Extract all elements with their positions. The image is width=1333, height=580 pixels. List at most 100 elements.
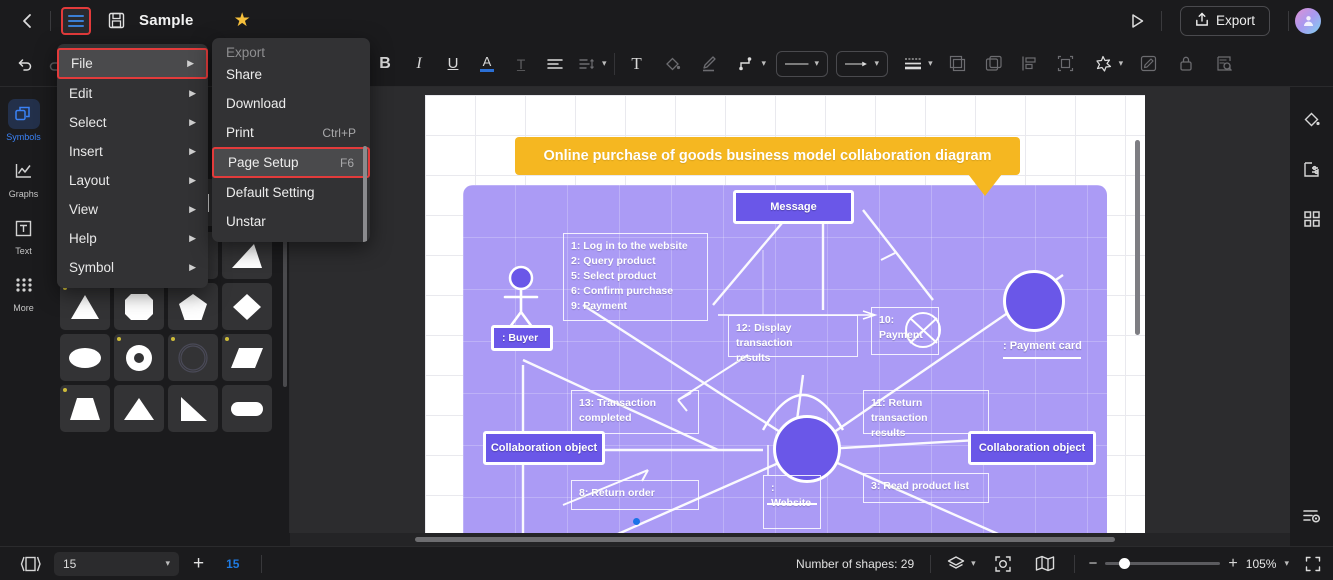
bold-icon[interactable]: B xyxy=(370,49,400,79)
node-website[interactable]: : Website xyxy=(763,475,821,529)
note-steps[interactable]: 1: Log in to the website 2: Query produc… xyxy=(563,233,708,321)
underline-icon[interactable]: U xyxy=(438,49,468,79)
submenu-item-print[interactable]: Print Ctrl+P xyxy=(212,118,370,147)
lock-icon[interactable] xyxy=(1171,49,1201,79)
note-display-transaction[interactable]: 12: Display transaction results xyxy=(728,315,858,364)
strikethrough-icon[interactable]: T̲ xyxy=(506,49,536,79)
line-spacing-icon[interactable] xyxy=(572,49,602,79)
font-color-icon[interactable]: A xyxy=(472,49,502,79)
shape-stadium-pill[interactable] xyxy=(222,385,272,432)
app-grid-icon[interactable] xyxy=(1297,205,1327,233)
zoom-out-button[interactable]: − xyxy=(1089,555,1098,572)
group-objects-icon[interactable] xyxy=(1051,49,1081,79)
document-page[interactable]: Online purchase of goods business model … xyxy=(425,95,1145,533)
shape-parallelogram[interactable] xyxy=(222,334,272,381)
shape-trapezoid[interactable] xyxy=(60,385,110,432)
center-hub-node[interactable] xyxy=(773,415,841,483)
node-buyer[interactable]: : Buyer xyxy=(491,325,553,351)
sidebar-item-symbols[interactable]: Symbols xyxy=(4,99,44,142)
shape-triangle-wide[interactable] xyxy=(114,385,164,432)
align-left-icon[interactable] xyxy=(540,49,570,79)
menu-item-view[interactable]: View ▶ xyxy=(57,195,208,224)
layers-settings-icon[interactable] xyxy=(1297,502,1327,530)
fullscreen-icon[interactable] xyxy=(1305,556,1321,572)
menu-item-symbol[interactable]: Symbol ▶ xyxy=(57,253,208,282)
shape-pentagon[interactable] xyxy=(168,283,218,330)
current-page-number[interactable]: 15 xyxy=(226,557,239,571)
menu-item-select[interactable]: Select ▶ xyxy=(57,108,208,137)
text-tool-icon[interactable]: T xyxy=(622,49,652,79)
chevron-down-icon[interactable]: ▾ xyxy=(928,58,933,69)
shapes-scrollbar[interactable] xyxy=(283,237,287,387)
send-to-back-icon[interactable] xyxy=(979,49,1009,79)
menu-item-file[interactable]: File ▶ xyxy=(57,48,208,79)
back-icon[interactable] xyxy=(10,4,44,38)
submenu-item-page-setup[interactable]: Page Setup F6 xyxy=(212,147,370,178)
payment-card-node[interactable] xyxy=(1003,270,1065,332)
connector-icon[interactable] xyxy=(732,49,762,79)
sidebar-item-graphs[interactable]: Graphs xyxy=(4,156,44,199)
add-page-button[interactable]: + xyxy=(193,553,204,575)
brush-icon[interactable] xyxy=(694,49,724,79)
node-payment-card-label[interactable]: : Payment card xyxy=(1003,340,1082,352)
hamburger-menu-icon[interactable] xyxy=(61,6,91,35)
node-message[interactable]: Message xyxy=(733,190,854,224)
line-style-select[interactable]: ▾ xyxy=(776,50,829,77)
sidebar-item-text[interactable]: Text xyxy=(4,213,44,256)
align-objects-icon[interactable] xyxy=(1015,49,1045,79)
zoom-slider[interactable] xyxy=(1105,558,1221,569)
effects-star-icon[interactable] xyxy=(1089,49,1119,79)
avatar[interactable] xyxy=(1295,7,1321,34)
focus-icon[interactable] xyxy=(988,551,1018,577)
document-title[interactable]: Sample xyxy=(139,12,194,29)
note-return-transaction[interactable]: 11: Return transaction results xyxy=(863,390,989,439)
submenu-item-default-setting[interactable]: Default Setting xyxy=(212,178,370,207)
submenu-scrollbar[interactable] xyxy=(363,146,367,242)
menu-item-layout[interactable]: Layout ▶ xyxy=(57,166,208,195)
zoom-level[interactable]: 105% xyxy=(1246,557,1277,571)
diagram-frame[interactable]: Online purchase of goods business model … xyxy=(463,137,1107,533)
chevron-down-icon[interactable]: ▾ xyxy=(762,58,767,69)
node-collaboration-right[interactable]: Collaboration object xyxy=(968,431,1096,465)
chevron-down-icon[interactable]: ▾ xyxy=(1284,558,1289,569)
page-select[interactable]: 15 ▾ xyxy=(54,551,179,576)
zoom-slider-knob[interactable] xyxy=(1119,558,1131,569)
menu-item-insert[interactable]: Insert ▶ xyxy=(57,137,208,166)
sidebar-item-more[interactable]: More xyxy=(4,270,44,313)
minimap-icon[interactable] xyxy=(1030,551,1060,577)
canvas-vertical-scrollbar[interactable] xyxy=(1135,140,1140,335)
floppy-save-icon[interactable] xyxy=(101,6,131,36)
note-payment[interactable]: 10: Payment xyxy=(871,307,939,355)
chevron-down-icon[interactable]: ▾ xyxy=(1119,58,1124,69)
note-read-product-list[interactable]: 3: Read product list xyxy=(863,473,989,503)
undo-icon[interactable] xyxy=(10,49,40,79)
shape-donut[interactable] xyxy=(114,334,164,381)
shape-circle-outline[interactable] xyxy=(168,334,218,381)
export-button[interactable]: Export xyxy=(1179,5,1270,36)
zoom-in-button[interactable]: + xyxy=(1228,555,1237,573)
page-view-icon[interactable] xyxy=(18,553,44,575)
submenu-item-download[interactable]: Download xyxy=(212,89,370,118)
canvas-horizontal-scrollbar[interactable] xyxy=(290,533,1290,546)
chevron-down-icon[interactable]: ▾ xyxy=(971,558,976,569)
fill-style-icon[interactable] xyxy=(1297,105,1327,133)
submenu-item-unstar[interactable]: Unstar xyxy=(212,207,370,236)
italic-icon[interactable]: I xyxy=(404,49,434,79)
canvas-area[interactable]: Online purchase of goods business model … xyxy=(290,87,1290,533)
shape-diamond[interactable] xyxy=(222,283,272,330)
chevron-down-icon[interactable]: ▾ xyxy=(602,58,607,69)
bring-to-front-icon[interactable] xyxy=(943,49,973,79)
shape-rounded-octagon[interactable] xyxy=(114,283,164,330)
submenu-item-export[interactable]: Export xyxy=(212,44,370,60)
arrow-style-select[interactable]: ▾ xyxy=(836,50,889,77)
note-transaction-completed[interactable]: 13: Transaction completed xyxy=(571,390,699,434)
present-play-icon[interactable] xyxy=(1121,6,1155,36)
selection-handle[interactable] xyxy=(633,518,640,525)
menu-item-edit[interactable]: Edit ▶ xyxy=(57,79,208,108)
diagram-title-banner[interactable]: Online purchase of goods business model … xyxy=(515,137,1020,175)
submenu-item-share[interactable]: Share xyxy=(212,60,370,89)
fill-color-icon[interactable] xyxy=(658,49,688,79)
page-settings-icon[interactable] xyxy=(1297,155,1327,183)
shape-triangle-narrow[interactable] xyxy=(60,283,110,330)
note-return-order[interactable]: 8: Return order xyxy=(571,480,699,510)
